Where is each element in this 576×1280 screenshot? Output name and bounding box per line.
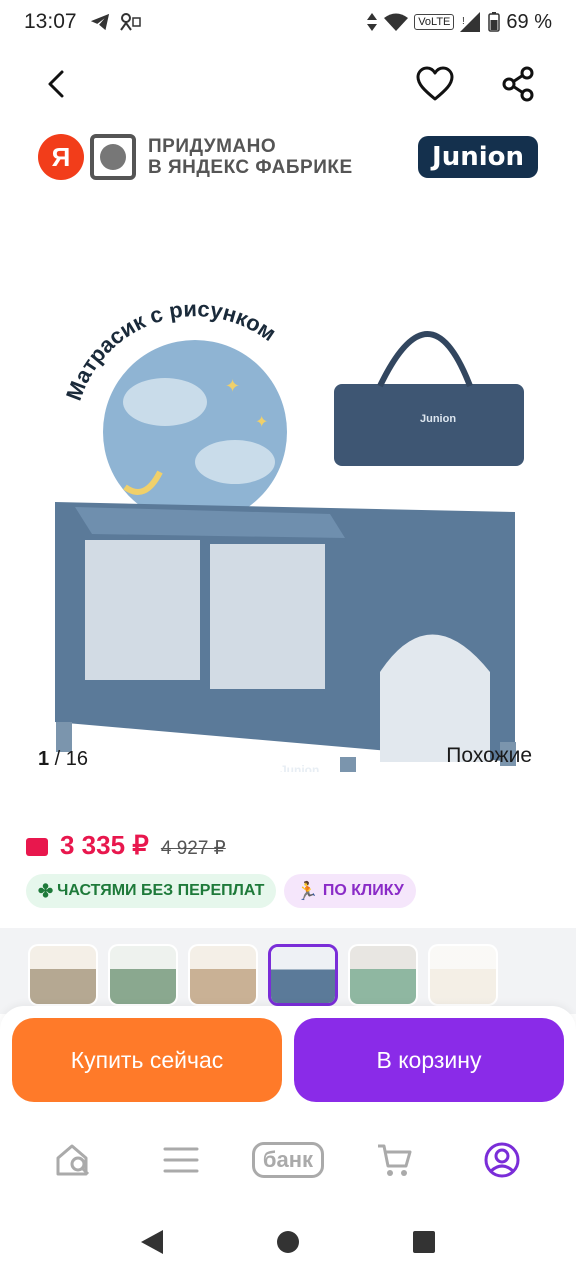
variant-thumbnail-selected[interactable] (268, 944, 338, 1006)
section-divider (0, 928, 576, 944)
factory-logo-icon (90, 134, 136, 180)
nav-catalog[interactable] (151, 1135, 211, 1185)
add-to-cart-button[interactable]: В корзину (294, 1018, 564, 1102)
status-time: 13:07 (24, 10, 77, 33)
wifi-icon (384, 13, 409, 31)
gallery-counter: 1 / 16 (38, 748, 89, 770)
data-arrows-icon (367, 13, 378, 31)
status-bar: 13:07 VoLTE ! 69 % (0, 0, 576, 44)
old-price: 4 927 ₽ (160, 838, 226, 859)
variant-thumbnails (0, 944, 576, 1014)
battery-icon (488, 12, 501, 32)
current-price: 3 335 ₽ (60, 830, 149, 860)
factory-text: ПРИДУМАНО В ЯНДЕКС ФАБРИКЕ (148, 136, 353, 178)
similar-products-link[interactable]: Похожие (446, 744, 532, 768)
system-recents-icon[interactable] (411, 1229, 437, 1255)
nav-cart[interactable] (365, 1135, 425, 1185)
mattress-pattern-circle (103, 340, 287, 524)
wallet-icon (26, 838, 48, 856)
brand-row: Я ПРИДУМАНО В ЯНДЕКС ФАБРИКЕ Junion (38, 132, 538, 182)
bank-label: банк (251, 1142, 325, 1178)
product-gallery[interactable]: Я ПРИДУМАНО В ЯНДЕКС ФАБРИКЕ Junion Матр… (0, 122, 576, 792)
volte-indicator: VoLTE (414, 14, 455, 30)
battery-percent: 69 % (506, 10, 552, 33)
running-man-icon: 🏃 (296, 880, 319, 901)
variant-thumbnail[interactable] (428, 944, 498, 1006)
nav-profile[interactable] (472, 1135, 532, 1185)
action-bar: Купить сейчас В корзину (0, 1006, 576, 1116)
svg-text:Junion: Junion (420, 413, 456, 425)
cart-icon (378, 1144, 412, 1176)
price-row: 3 335 ₽ 4 927 ₽ (26, 830, 226, 861)
variant-thumbnail[interactable] (28, 944, 98, 1006)
variant-thumbnail[interactable] (348, 944, 418, 1006)
svg-text:!: ! (462, 16, 465, 27)
system-navigation (0, 1204, 576, 1280)
carry-bag (334, 384, 524, 466)
bottom-navigation: банк (0, 1116, 576, 1204)
variant-thumbnail[interactable] (108, 944, 178, 1006)
installments-badge[interactable]: ✤ ЧАСТЯМИ БЕЗ ПЕРЕПЛАТ (26, 874, 277, 908)
telegram-icon (90, 13, 109, 31)
buy-now-button[interactable]: Купить сейчас (12, 1018, 282, 1102)
junion-brand-logo: Junion (418, 136, 538, 178)
profile-icon (484, 1142, 520, 1178)
menu-icon (163, 1147, 199, 1173)
system-home-icon[interactable] (275, 1229, 301, 1255)
one-click-badge[interactable]: 🏃 ПО КЛИКУ (284, 874, 416, 908)
promo-badges: ✤ ЧАСТЯМИ БЕЗ ПЕРЕПЛАТ 🏃 ПО КЛИКУ (26, 874, 416, 908)
share-icon[interactable] (498, 64, 538, 104)
signal-icon: ! (460, 12, 481, 32)
home-search-icon (56, 1144, 89, 1176)
nav-bank[interactable]: банк (251, 1135, 325, 1185)
top-navigation (0, 52, 576, 116)
price-card: 3 335 ₽ 4 927 ₽ ✤ ЧАСТЯМИ БЕЗ ПЕРЕПЛАТ 🏃… (0, 800, 576, 928)
system-back-icon[interactable] (139, 1228, 165, 1256)
notification-icon (119, 13, 141, 31)
nav-home[interactable] (44, 1135, 104, 1185)
svg-text:✦: ✦ (255, 414, 268, 431)
variant-thumbnail[interactable] (188, 944, 258, 1006)
svg-text:Junion: Junion (280, 763, 319, 772)
back-arrow-icon[interactable] (36, 64, 76, 104)
clover-icon: ✤ (38, 880, 54, 901)
svg-text:✦: ✦ (225, 376, 240, 396)
product-image: Матрасик с рисунком ✦ ✦ Junion Junion (55, 296, 524, 772)
yandex-logo: Я (38, 134, 84, 180)
favorite-heart-icon[interactable] (414, 64, 456, 104)
